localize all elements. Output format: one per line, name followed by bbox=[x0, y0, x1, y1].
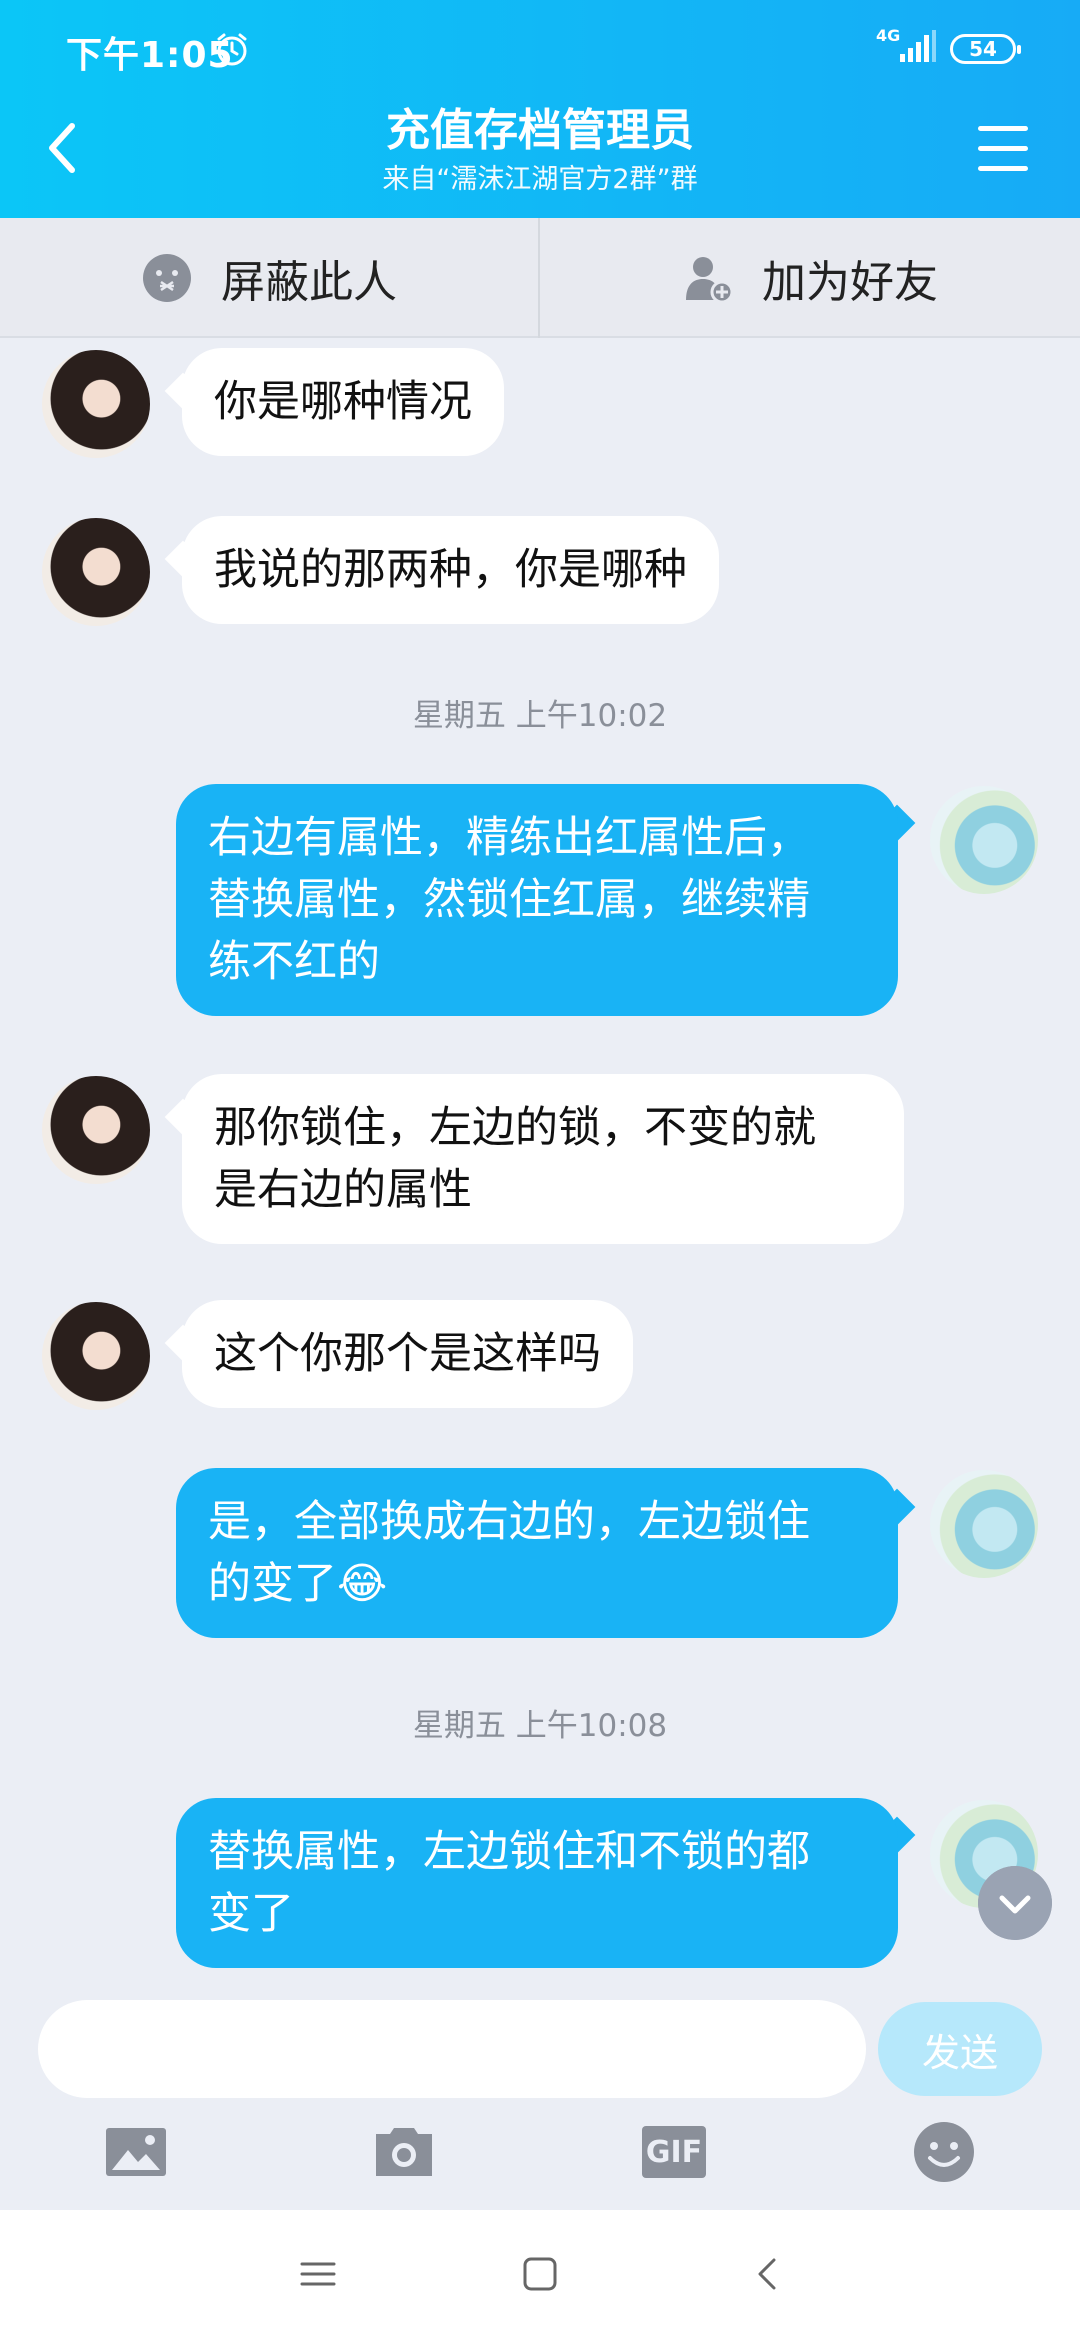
sender-avatar[interactable] bbox=[42, 1302, 150, 1410]
add-friend-label: 加为好友 bbox=[762, 257, 938, 308]
message-bubble[interactable]: 那你锁住，左边的锁，不变的就 是右边的属性 bbox=[182, 1074, 904, 1244]
scroll-down-button[interactable] bbox=[978, 1866, 1052, 1940]
message-line: 练不红的 bbox=[208, 937, 380, 987]
status-bar: 下午1:05 4G 54 bbox=[0, 0, 1080, 100]
add-friend-icon bbox=[686, 257, 734, 304]
chat-subtitle: 来自“濡沫江湖官方2群”群 bbox=[382, 164, 698, 195]
message-line: 替换属性，左边锁住和不锁的都 bbox=[208, 1827, 810, 1877]
message-text: 我说的那两种，你是哪种 bbox=[214, 545, 687, 595]
composer-toolbar: GIF bbox=[0, 2110, 1080, 2210]
signal-icon bbox=[900, 30, 936, 62]
sender-avatar[interactable] bbox=[42, 518, 150, 626]
home-icon[interactable] bbox=[518, 2252, 562, 2296]
emoji-icon[interactable] bbox=[912, 2120, 976, 2184]
message-line: 的变了 bbox=[208, 1559, 337, 1609]
message-timestamp: 星期五 上午10:08 bbox=[412, 1708, 668, 1744]
gif-icon[interactable]: GIF bbox=[642, 2126, 706, 2178]
block-user-label: 屏蔽此人 bbox=[221, 257, 397, 308]
message-line: 那你锁住，左边的锁，不变的就 bbox=[214, 1103, 816, 1153]
system-nav-bar bbox=[0, 2210, 1080, 2340]
message-bubble[interactable]: 替换属性，左边锁住和不锁的都 变了 bbox=[176, 1798, 898, 1968]
own-avatar[interactable] bbox=[930, 786, 1038, 894]
menu-icon bbox=[978, 126, 1028, 131]
menu-button[interactable] bbox=[978, 126, 1028, 172]
block-icon bbox=[143, 254, 191, 302]
sender-avatar[interactable] bbox=[42, 1076, 150, 1184]
title-block: 充值存档管理员 来自“濡沫江湖官方2群”群 bbox=[200, 100, 880, 198]
message-line: 右边有属性，精练出红属性后， bbox=[208, 813, 810, 863]
composer: 发送 GIF bbox=[0, 1990, 1080, 2210]
camera-icon[interactable] bbox=[372, 2120, 436, 2184]
send-button[interactable]: 发送 bbox=[878, 2002, 1042, 2096]
message-text: 你是哪种情况 bbox=[214, 377, 472, 427]
message-timestamp: 星期五 上午10:02 bbox=[412, 698, 668, 734]
recents-menu-icon[interactable] bbox=[296, 2252, 340, 2296]
message-line: 是，全部换成右边的，左边锁住 bbox=[208, 1497, 810, 1547]
message-line: 变了 bbox=[208, 1889, 294, 1939]
message-bubble[interactable]: 是，全部换成右边的，左边锁住 的变了😂 bbox=[176, 1468, 898, 1638]
status-time: 下午1:05 bbox=[66, 35, 234, 76]
back-nav-icon[interactable] bbox=[746, 2252, 790, 2296]
message-text: 这个你那个是这样吗 bbox=[214, 1329, 601, 1379]
message-input[interactable] bbox=[38, 2000, 866, 2098]
laughing-emoji-icon: 😂 bbox=[337, 1559, 388, 1609]
alarm-icon bbox=[217, 33, 247, 66]
action-bar: 屏蔽此人 加为好友 bbox=[0, 218, 1080, 338]
back-button[interactable] bbox=[40, 118, 84, 178]
chat-header: 下午1:05 4G 54 充值存档管理员 来自“濡沫江湖官方2群”群 bbox=[0, 0, 1080, 218]
block-user-button[interactable]: 屏蔽此人 bbox=[0, 218, 540, 338]
add-friend-button[interactable]: 加为好友 bbox=[540, 218, 1080, 338]
chat-title: 充值存档管理员 bbox=[386, 105, 694, 156]
image-icon[interactable] bbox=[104, 2120, 168, 2184]
message-bubble[interactable]: 你是哪种情况 bbox=[182, 348, 504, 456]
message-line: 替换属性，然锁住红属，继续精 bbox=[208, 875, 810, 925]
sender-avatar[interactable] bbox=[42, 350, 150, 458]
message-bubble[interactable]: 我说的那两种，你是哪种 bbox=[182, 516, 719, 624]
message-list[interactable]: 你是哪种情况 我说的那两种，你是哪种 星期五 上午10:02 右边有属性，精练出… bbox=[0, 340, 1080, 1990]
message-bubble[interactable]: 这个你那个是这样吗 bbox=[182, 1300, 633, 1408]
own-avatar[interactable] bbox=[930, 1470, 1038, 1578]
battery-indicator: 54 bbox=[950, 34, 1021, 64]
message-bubble[interactable]: 右边有属性，精练出红属性后， 替换属性，然锁住红属，继续精 练不红的 bbox=[176, 784, 898, 1016]
message-line: 是右边的属性 bbox=[214, 1165, 472, 1215]
